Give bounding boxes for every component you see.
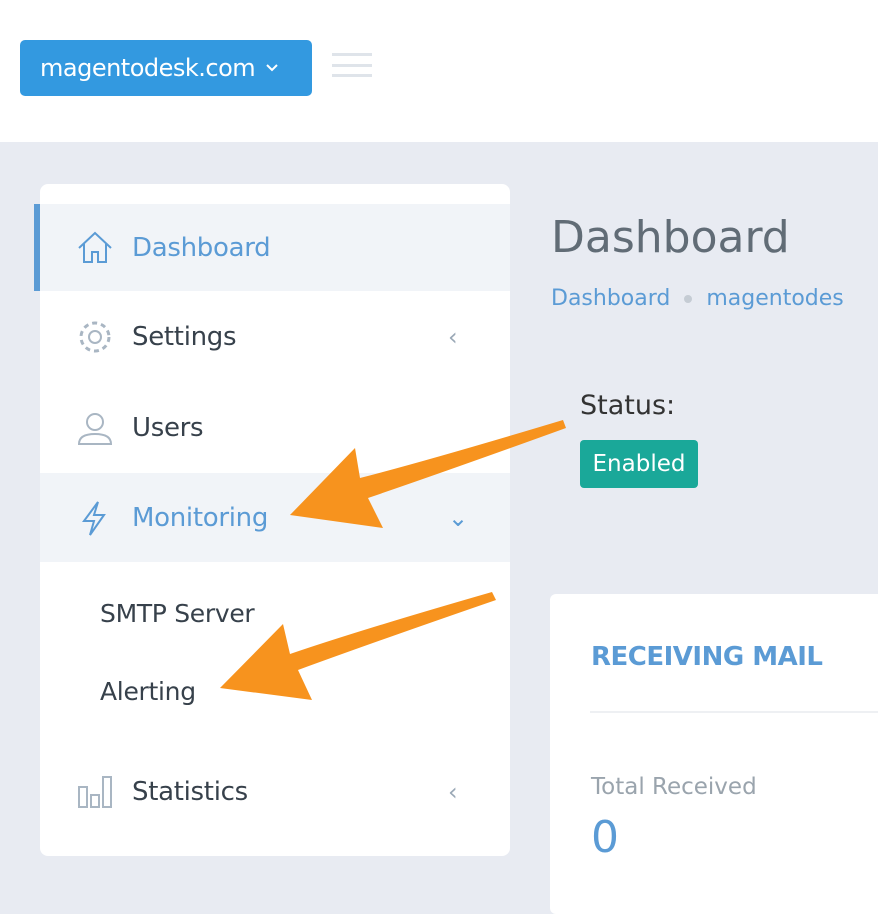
menu-toggle-icon[interactable] xyxy=(332,53,372,77)
chevron-left-icon: ‹ xyxy=(448,778,458,806)
breadcrumb-separator xyxy=(684,294,693,303)
user-icon xyxy=(77,412,113,445)
site-selector-button[interactable]: magentodesk.com xyxy=(20,40,312,96)
sidebar: Dashboard Settings ‹ Users Monitoring ⌄ … xyxy=(40,184,510,856)
sidebar-item-label: Statistics xyxy=(132,777,248,807)
sidebar-item-label: Monitoring xyxy=(132,502,269,533)
chevron-down-icon: ⌄ xyxy=(448,503,468,532)
sidebar-item-statistics[interactable]: Statistics ‹ xyxy=(40,747,510,837)
sidebar-item-dashboard[interactable]: Dashboard xyxy=(40,204,510,291)
gear-icon xyxy=(79,321,111,352)
status-badge: Enabled xyxy=(580,440,698,488)
sidebar-item-label: Dashboard xyxy=(132,232,271,263)
sidebar-item-monitoring[interactable]: Monitoring ⌄ xyxy=(40,473,510,562)
divider xyxy=(590,711,878,713)
sidebar-item-settings[interactable]: Settings ‹ xyxy=(40,291,510,382)
bar-chart-icon xyxy=(78,776,112,808)
sidebar-item-label: Settings xyxy=(132,321,237,352)
site-selector-label: magentodesk.com xyxy=(40,54,256,82)
total-received-value: 0 xyxy=(591,812,619,863)
status-label: Status: xyxy=(580,390,676,421)
receiving-mail-card: RECEIVING MAIL Total Received 0 xyxy=(550,594,878,914)
total-received-label: Total Received xyxy=(591,774,757,800)
breadcrumb-dashboard[interactable]: Dashboard xyxy=(551,286,670,311)
home-icon xyxy=(78,231,112,263)
bolt-icon xyxy=(82,500,106,536)
sidebar-item-label: Users xyxy=(132,412,204,443)
sidebar-subitem-smtp-server[interactable]: SMTP Server xyxy=(100,599,255,628)
breadcrumb: Dashboard magentodes xyxy=(551,286,844,311)
breadcrumb-site[interactable]: magentodes xyxy=(706,286,843,311)
chevron-down-icon xyxy=(266,64,278,72)
page-title: Dashboard xyxy=(551,212,790,263)
sidebar-item-users[interactable]: Users xyxy=(40,382,510,473)
sidebar-subitem-alerting[interactable]: Alerting xyxy=(100,677,196,706)
chevron-left-icon: ‹ xyxy=(448,322,458,351)
card-title: RECEIVING MAIL xyxy=(591,642,823,672)
top-header: magentodesk.com xyxy=(0,0,878,142)
